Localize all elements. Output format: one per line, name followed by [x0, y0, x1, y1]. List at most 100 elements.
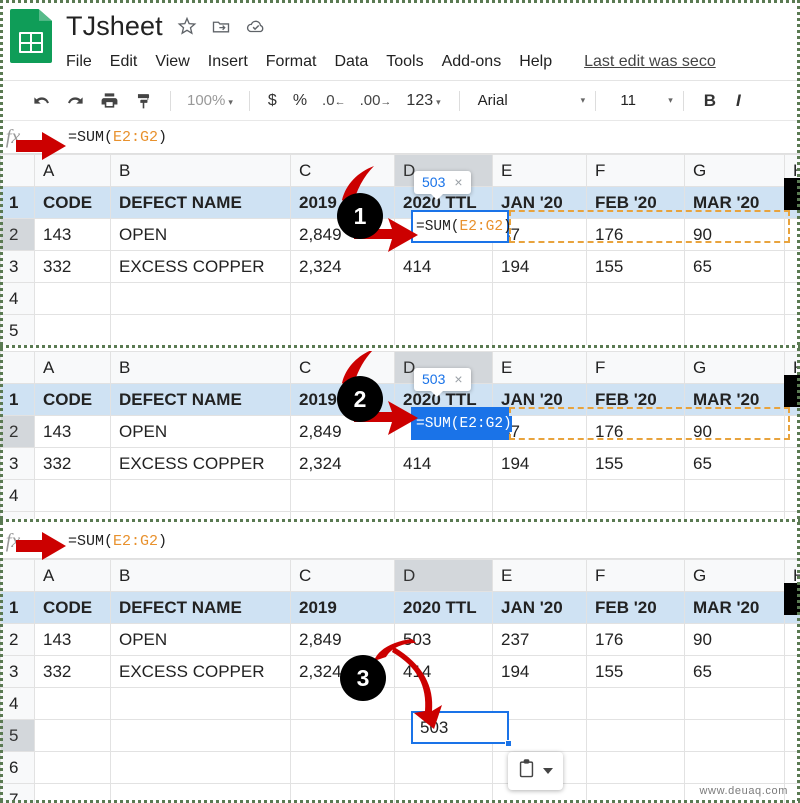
cell-g4[interactable]: [684, 282, 785, 315]
cell-e4[interactable]: [492, 282, 587, 315]
menu-tools[interactable]: Tools: [386, 53, 423, 71]
cell-c1[interactable]: 2019: [290, 591, 395, 624]
cell-editor-d2-p2[interactable]: =SUM(E2:G2): [411, 407, 512, 440]
cell-e1[interactable]: JAN '20: [492, 591, 587, 624]
cell-g2[interactable]: 90: [684, 623, 785, 656]
cell-d4[interactable]: [394, 479, 493, 512]
row-header-2[interactable]: 2: [0, 218, 35, 251]
last-edit-status[interactable]: Last edit was seco: [584, 53, 716, 71]
cell-c2[interactable]: 2,849: [290, 415, 395, 448]
menu-edit[interactable]: Edit: [110, 53, 138, 71]
pasted-cell-d5[interactable]: 503: [411, 711, 509, 744]
cell-g3[interactable]: 65: [684, 250, 785, 283]
row-header-1[interactable]: 1: [0, 383, 35, 416]
cell-e4[interactable]: [492, 479, 587, 512]
cell-g4[interactable]: [684, 687, 785, 720]
row-header-3[interactable]: 3: [0, 250, 35, 283]
cell-b6[interactable]: [110, 751, 291, 784]
column-header-b[interactable]: B: [110, 154, 291, 187]
cell-b4[interactable]: [110, 687, 291, 720]
cell-b4[interactable]: [110, 282, 291, 315]
row-header-5[interactable]: 5: [0, 719, 35, 752]
column-header-b[interactable]: B: [110, 351, 291, 384]
cell-b2[interactable]: OPEN: [110, 218, 291, 251]
cell-b2[interactable]: OPEN: [110, 623, 291, 656]
column-header-c[interactable]: C: [290, 154, 395, 187]
cell-d6[interactable]: [394, 751, 493, 784]
cell-d2[interactable]: 503: [394, 623, 493, 656]
close-icon[interactable]: ×: [454, 371, 462, 387]
column-header-d[interactable]: D: [394, 559, 493, 592]
cell-d1[interactable]: 2020 TTL: [394, 591, 493, 624]
cell-d4[interactable]: [394, 282, 493, 315]
row-header-3[interactable]: 3: [0, 655, 35, 688]
menu-view[interactable]: View: [155, 53, 189, 71]
menu-addons[interactable]: Add-ons: [442, 53, 502, 71]
cell-a1[interactable]: CODE: [34, 383, 111, 416]
row-header-5[interactable]: 5: [0, 511, 35, 519]
cell-b3[interactable]: EXCESS COPPER: [110, 447, 291, 480]
star-icon[interactable]: [177, 16, 197, 36]
cell-editor-d2-p1[interactable]: =SUM(E2:G2): [411, 210, 512, 243]
cell-a1[interactable]: CODE: [34, 591, 111, 624]
cell-b5[interactable]: [110, 314, 291, 345]
cell-f1[interactable]: FEB '20: [586, 383, 685, 416]
close-icon[interactable]: ×: [454, 174, 462, 190]
column-header-e[interactable]: E: [492, 559, 587, 592]
cell-d5[interactable]: [394, 511, 493, 519]
italic-button[interactable]: I: [726, 91, 751, 111]
cell-f6[interactable]: [586, 751, 685, 784]
cell-a1[interactable]: CODE: [34, 186, 111, 219]
formula-input-p1[interactable]: =SUM(E2:G2): [68, 129, 167, 146]
cell-a6[interactable]: [34, 751, 111, 784]
cell-c5[interactable]: [290, 314, 395, 345]
cell-e5[interactable]: [492, 314, 587, 345]
percent-format-button[interactable]: %: [285, 92, 315, 110]
column-header-g[interactable]: G: [684, 351, 785, 384]
cell-f2[interactable]: 176: [586, 415, 685, 448]
column-header-a[interactable]: A: [34, 351, 111, 384]
cell-a5[interactable]: [34, 719, 111, 752]
cell-d3[interactable]: 414: [394, 447, 493, 480]
cell-g3[interactable]: 65: [684, 655, 785, 688]
cell-g1[interactable]: MAR '20: [684, 186, 785, 219]
cell-c4[interactable]: [290, 282, 395, 315]
cell-c5[interactable]: [290, 511, 395, 519]
row-header-4[interactable]: 4: [0, 282, 35, 315]
paste-options-button[interactable]: [508, 752, 563, 790]
redo-icon[interactable]: [58, 86, 92, 116]
corner-select-all[interactable]: [0, 559, 35, 592]
cell-g2[interactable]: 90: [684, 415, 785, 448]
cell-f5[interactable]: [586, 511, 685, 519]
cell-a3[interactable]: 332: [34, 447, 111, 480]
cell-a2[interactable]: 143: [34, 623, 111, 656]
cell-a4[interactable]: [34, 479, 111, 512]
formula-bar-p3[interactable]: fx =SUM(E2:G2): [0, 525, 800, 559]
cell-b1[interactable]: DEFECT NAME: [110, 591, 291, 624]
currency-format-button[interactable]: $: [260, 92, 285, 110]
cell-f2[interactable]: 176: [586, 218, 685, 251]
column-header-f[interactable]: F: [586, 154, 685, 187]
fill-handle[interactable]: [505, 740, 512, 747]
column-header-e[interactable]: E: [492, 351, 587, 384]
cell-f4[interactable]: [586, 479, 685, 512]
cell-b3[interactable]: EXCESS COPPER: [110, 250, 291, 283]
cell-a3[interactable]: 332: [34, 250, 111, 283]
decrease-decimal-button[interactable]: .0←: [315, 92, 353, 109]
cell-c2[interactable]: 2,849: [290, 623, 395, 656]
corner-select-all[interactable]: [0, 154, 35, 187]
undo-icon[interactable]: [24, 86, 58, 116]
cell-f3[interactable]: 155: [586, 250, 685, 283]
document-title[interactable]: TJsheet: [66, 11, 163, 42]
formula-bar-p1[interactable]: fx =SUM(E2:G2): [0, 120, 800, 154]
row-header-1[interactable]: 1: [0, 186, 35, 219]
cell-c4[interactable]: [290, 479, 395, 512]
cell-f5[interactable]: [586, 719, 685, 752]
cell-b4[interactable]: [110, 479, 291, 512]
cell-c3[interactable]: 2,324: [290, 447, 395, 480]
cell-e3[interactable]: 194: [492, 655, 587, 688]
row-header-4[interactable]: 4: [0, 479, 35, 512]
chevron-down-icon[interactable]: ▾: [668, 95, 673, 106]
row-header-2[interactable]: 2: [0, 415, 35, 448]
menu-file[interactable]: File: [66, 53, 92, 71]
